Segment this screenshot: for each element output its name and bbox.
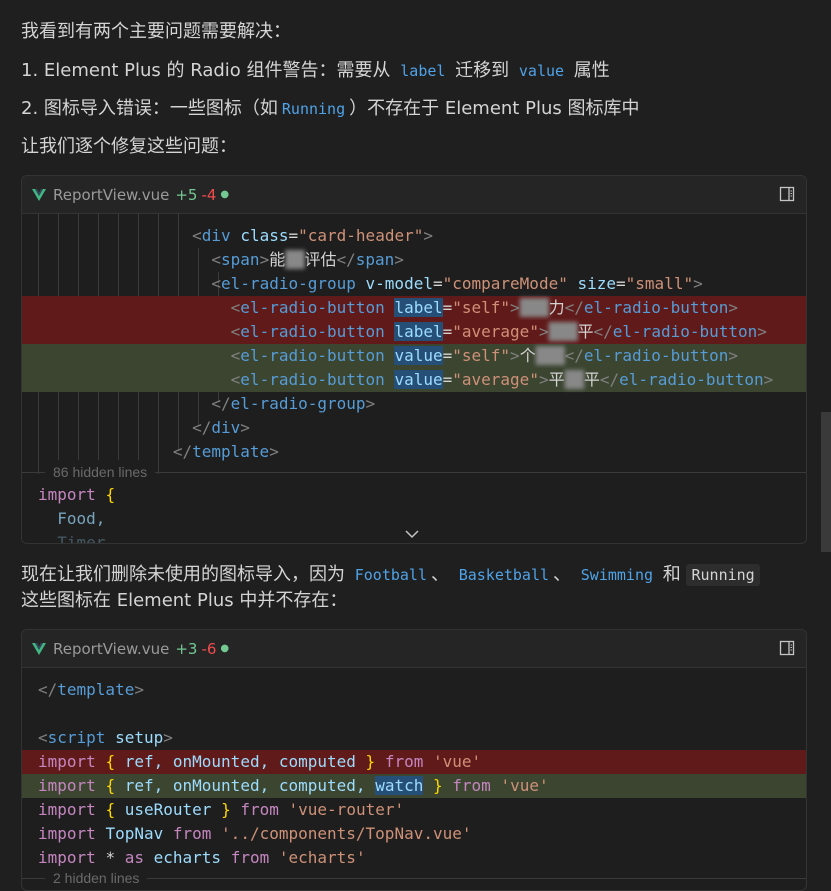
added-count: +3 — [175, 639, 198, 658]
hidden-lines-label[interactable]: 2 hidden lines — [45, 866, 148, 890]
removed-count: -4 — [201, 185, 217, 204]
vue-icon — [32, 188, 46, 201]
code-diff-block-1: ReportView.vue +5 -4 ● <div class="card-… — [21, 175, 807, 544]
code-line: import TopNav from '../components/TopNav… — [38, 824, 472, 843]
inline-code-value: value — [518, 62, 565, 80]
code-line: <script setup> — [38, 728, 173, 747]
intro-heading: 我看到有两个主要问题需要解决： — [21, 21, 291, 42]
diff-header[interactable]: ReportView.vue +5 -4 ● — [22, 176, 806, 214]
code-area: <div class="card-header"> <span>能██评估</s… — [22, 214, 806, 543]
added-line: <el-radio-button value="average">平██平</e… — [22, 368, 806, 392]
code-line: Food, — [57, 509, 106, 528]
inline-code-label: label — [400, 62, 446, 80]
inline-code-running: Running — [686, 564, 760, 586]
diff-filename: ReportView.vue — [53, 639, 170, 658]
inline-code-running: Running — [281, 100, 346, 118]
code-line: </el-radio-group> — [211, 394, 376, 413]
hidden-lines-label[interactable]: 86 hidden lines — [45, 460, 156, 484]
open-in-editor-icon[interactable] — [779, 640, 795, 656]
hidden-lines-separator[interactable]: 2 hidden lines — [22, 866, 806, 890]
open-in-editor-icon[interactable] — [779, 186, 795, 202]
removed-line: <el-radio-button label="self">███力</el-r… — [22, 296, 806, 320]
code-line: </div> — [192, 418, 250, 437]
inline-code-football: Football — [354, 566, 427, 584]
code-line: import { — [38, 485, 116, 504]
modified-dot: ● — [220, 189, 230, 200]
added-line: <el-radio-button value="self">个███</el-r… — [22, 344, 806, 368]
issue-item-1: 1. Element Plus 的 Radio 组件警告：需要从 label 迁… — [21, 60, 610, 81]
diff-filename: ReportView.vue — [53, 185, 170, 204]
page-scrollbar[interactable] — [821, 412, 831, 552]
middle-text-line2: 这些图标在 Element Plus 中并不存在： — [21, 590, 348, 611]
removed-line: <el-radio-button label="average">███平</e… — [22, 320, 806, 344]
fix-intro: 让我们逐个修复这些问题： — [21, 136, 237, 157]
added-line: import { ref, onMounted, computed, watch… — [22, 774, 806, 798]
code-line: <span>能██评估</span> — [211, 250, 404, 269]
hidden-lines-separator[interactable]: 86 hidden lines — [22, 460, 806, 484]
added-count: +5 — [175, 185, 198, 204]
code-line: </template> — [38, 680, 144, 699]
middle-text-line1: 现在让我们删除未使用的图标导入，因为 Football、 Basketball、… — [21, 562, 760, 588]
vue-icon — [32, 642, 46, 655]
code-area: </template> <script setup> import { ref,… — [22, 668, 806, 890]
modified-dot: ● — [220, 643, 230, 654]
inline-code-basketball: Basketball — [458, 566, 550, 584]
code-line: <el-radio-group v-model="compareMode" si… — [211, 274, 703, 293]
chevron-down-icon[interactable] — [404, 529, 420, 539]
diff-header[interactable]: ReportView.vue +3 -6 ● — [22, 630, 806, 668]
removed-line: import { ref, onMounted, computed } from… — [22, 750, 806, 774]
code-line: import { useRouter } from 'vue-router' — [38, 800, 405, 819]
code-diff-block-2: ReportView.vue +3 -6 ● </template> <scri… — [21, 629, 807, 891]
issue-item-2: 2. 图标导入错误：一些图标（如 Running ）不存在于 Element Plu… — [21, 98, 640, 119]
code-line: <div class="card-header"> — [192, 226, 433, 245]
inline-code-swimming: Swimming — [580, 566, 654, 584]
removed-count: -6 — [201, 639, 217, 658]
